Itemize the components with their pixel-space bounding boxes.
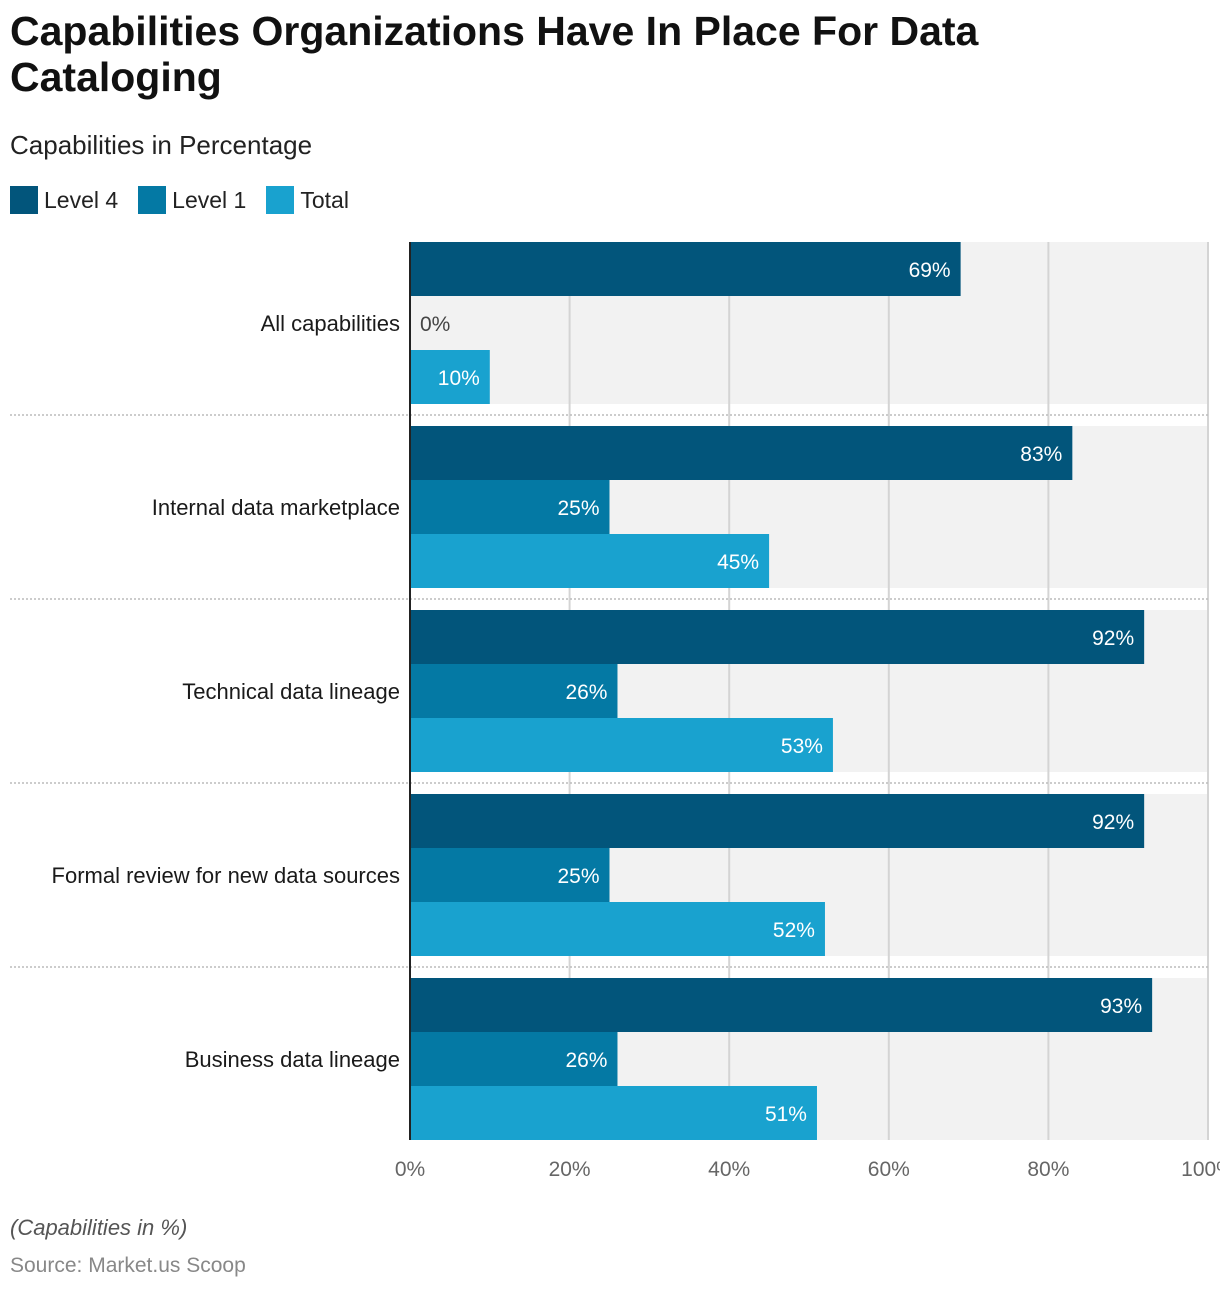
- x-tick-label: 40%: [708, 1158, 750, 1181]
- category-label: Internal data marketplace: [152, 495, 400, 520]
- footnote: (Capabilities in %): [10, 1215, 188, 1240]
- category-label: Technical data lineage: [182, 679, 400, 704]
- bar-level-4: [410, 794, 1145, 848]
- bar-total: [410, 1086, 817, 1140]
- category-label: Formal review for new data sources: [52, 863, 400, 888]
- bar-total: [410, 534, 770, 588]
- data-label: 0%: [420, 313, 450, 336]
- data-label: 53%: [781, 735, 823, 758]
- x-tick-label: 20%: [549, 1158, 591, 1181]
- data-label: 26%: [565, 681, 607, 704]
- x-tick-label: 100%: [1181, 1158, 1220, 1181]
- data-label: 92%: [1092, 627, 1134, 650]
- data-label: 26%: [565, 1049, 607, 1072]
- category-label: All capabilities: [261, 311, 400, 336]
- data-label: 45%: [717, 551, 759, 574]
- data-label: 93%: [1100, 995, 1142, 1018]
- x-tick-label: 80%: [1027, 1158, 1069, 1181]
- bar-total: [410, 902, 825, 956]
- bar-total: [410, 718, 833, 772]
- bar-level-4: [410, 978, 1153, 1032]
- bar-level-4: [410, 610, 1145, 664]
- bar-level-4: [410, 426, 1073, 480]
- data-label: 25%: [557, 865, 599, 888]
- bar-chart: 0% 20% 40% 60% 80% 100% All capabilities 69% 0% 1…: [10, 242, 1220, 1181]
- data-label: 69%: [909, 259, 951, 282]
- source-note: Source: Market.us Scoop: [10, 1254, 246, 1277]
- data-label: 25%: [557, 497, 599, 520]
- data-label: 83%: [1020, 443, 1062, 466]
- data-label: 51%: [765, 1103, 807, 1126]
- x-tick-label: 60%: [868, 1158, 910, 1181]
- category-label: Business data lineage: [185, 1047, 400, 1072]
- x-tick-label: 0%: [395, 1158, 425, 1181]
- data-label: 92%: [1092, 811, 1134, 834]
- bar-level-4: [410, 242, 961, 296]
- data-label: 10%: [438, 367, 480, 390]
- data-label: 52%: [773, 919, 815, 942]
